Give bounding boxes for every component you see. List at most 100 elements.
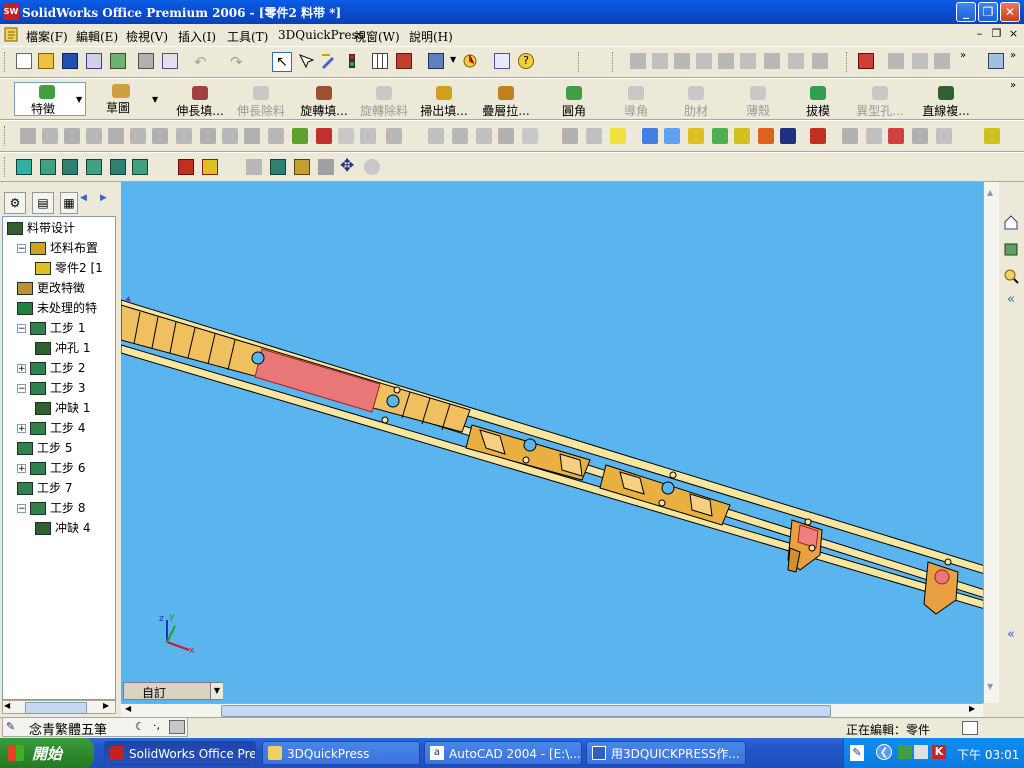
toolbar-grip[interactable] xyxy=(4,52,8,72)
tool-disabled-icon[interactable] xyxy=(888,53,904,69)
sketch-tool-icon[interactable] xyxy=(176,128,192,144)
taskbar-item-autocad[interactable]: a AutoCAD 2004 - [E:\... xyxy=(424,741,582,765)
component-disabled-icon[interactable] xyxy=(652,53,668,69)
toolbar-grip[interactable] xyxy=(578,52,582,72)
strip-icon[interactable] xyxy=(294,159,310,175)
jog-disabled-icon[interactable] xyxy=(740,53,756,69)
dropdown-arrow-icon[interactable]: ▼ xyxy=(450,55,456,64)
sketch-tool-icon[interactable] xyxy=(316,128,332,144)
swept-boss-button[interactable]: 掃出填... xyxy=(418,86,470,118)
scroll-thumb[interactable] xyxy=(25,702,87,714)
sketch-tool-icon[interactable] xyxy=(842,128,858,144)
new-icon[interactable] xyxy=(16,53,32,69)
solidworks-app-icon[interactable]: SW xyxy=(3,4,19,20)
chevron-down-icon[interactable]: ▼ xyxy=(210,683,223,699)
collapse-icon[interactable]: « xyxy=(1003,292,1019,308)
rebuild-icon[interactable] xyxy=(462,53,478,69)
tray-expand-icon[interactable]: ❮ xyxy=(876,744,892,760)
undo-icon[interactable]: ↶ xyxy=(194,53,207,71)
sketch-tool-icon[interactable] xyxy=(758,128,774,144)
view-selector[interactable]: 自訂 ▼ xyxy=(123,682,223,700)
tool-disabled-icon[interactable] xyxy=(934,53,950,69)
sketch-tool-icon[interactable] xyxy=(712,128,728,144)
scroll-down-icon[interactable]: ▼ xyxy=(987,682,993,691)
toolbar-grip[interactable] xyxy=(4,126,8,146)
tab-scroll-right-icon[interactable]: ▶ xyxy=(100,193,107,203)
sketch-tool-icon[interactable] xyxy=(586,128,602,144)
sketch-tool-icon[interactable] xyxy=(292,128,308,144)
menu-file[interactable]: 檔案(F) xyxy=(26,28,68,45)
collapse-icon[interactable]: − xyxy=(17,244,26,254)
strip-icon[interactable] xyxy=(86,159,102,175)
sketch-tool-icon[interactable] xyxy=(476,128,492,144)
chamfer-button[interactable]: 導角 xyxy=(618,86,654,118)
extruded-cut-button[interactable]: 伸長除料 xyxy=(232,86,290,118)
open-icon[interactable] xyxy=(38,53,54,69)
sketch-tool-icon[interactable] xyxy=(888,128,904,144)
close-button[interactable]: ✕ xyxy=(1000,2,1020,22)
grid-icon[interactable] xyxy=(372,53,388,69)
taskbar-item-solidworks[interactable]: SolidWorks Office Pre... xyxy=(104,741,256,765)
strip-layout-model[interactable] xyxy=(121,182,983,703)
lofted-boss-button[interactable]: 疊層拉... xyxy=(480,86,532,118)
menu-3dquickpress[interactable]: 3DQuickPress xyxy=(278,28,364,42)
print-icon[interactable] xyxy=(138,53,154,69)
propertymanager-tab-icon[interactable]: ▤ xyxy=(32,192,54,214)
collapse-icon[interactable]: − xyxy=(17,504,26,514)
move-icon[interactable]: ✥ xyxy=(340,156,354,176)
horizontal-scrollbar[interactable]: ◀ ▶ xyxy=(121,703,983,717)
sketch-tool-icon[interactable] xyxy=(452,128,468,144)
strip-tool-icon[interactable] xyxy=(858,53,874,69)
hem-disabled-icon[interactable] xyxy=(718,53,734,69)
tree-item[interactable]: 工步 7 xyxy=(17,479,72,497)
scroll-left-icon[interactable]: ◀ xyxy=(4,701,10,710)
expand-icon[interactable]: + xyxy=(17,364,26,374)
start-button[interactable]: 開始 xyxy=(0,738,94,768)
sketch-tool-icon[interactable] xyxy=(200,128,216,144)
mdi-close-button[interactable]: × xyxy=(1006,27,1021,41)
die-icon[interactable] xyxy=(202,159,218,175)
scroll-right-icon[interactable]: ▶ xyxy=(103,701,109,710)
mate-disabled-icon[interactable] xyxy=(630,53,646,69)
sketch-tool-icon[interactable] xyxy=(936,128,952,144)
tree-item[interactable]: 冲缺 1 xyxy=(35,399,90,417)
sketch-tool-icon[interactable] xyxy=(610,128,626,144)
mdi-restore-button[interactable]: ❐ xyxy=(989,27,1004,41)
fillet-button[interactable]: 圓角 xyxy=(556,86,592,118)
minimize-button[interactable]: _ xyxy=(956,2,976,22)
tree-item[interactable]: − 工步 8 xyxy=(17,499,85,517)
ime-tray-icon[interactable]: ✎ xyxy=(850,745,864,761)
moon-icon[interactable]: ☾ xyxy=(135,720,145,733)
print-3d-icon[interactable] xyxy=(110,53,126,69)
expand-icon[interactable]: + xyxy=(17,424,26,434)
strip-icon[interactable] xyxy=(270,159,286,175)
strip-icon[interactable] xyxy=(16,159,32,175)
ime-icon[interactable]: ✎ xyxy=(6,720,22,734)
network-icon[interactable] xyxy=(914,745,928,759)
file-explorer-icon[interactable] xyxy=(1003,268,1019,284)
sketch-tool-icon[interactable] xyxy=(360,128,376,144)
menu-view[interactable]: 檢視(V) xyxy=(126,28,168,45)
sketch-tool-icon[interactable] xyxy=(498,128,514,144)
status-indicator-icon[interactable] xyxy=(962,721,978,735)
unfold-disabled-icon[interactable] xyxy=(812,53,828,69)
sketch-pencil-icon[interactable] xyxy=(320,53,336,69)
sketch-tool-icon[interactable] xyxy=(338,128,354,144)
tray-app-icon[interactable] xyxy=(898,745,912,759)
strip-icon[interactable] xyxy=(110,159,126,175)
tree-item[interactable]: 未处理的特 xyxy=(17,299,97,317)
scroll-left-icon[interactable]: ◀ xyxy=(125,704,131,713)
sketch-tool-icon[interactable] xyxy=(130,128,146,144)
sketch-tool-icon[interactable] xyxy=(268,128,284,144)
closed-corner-disabled-icon[interactable] xyxy=(788,53,804,69)
scroll-right-icon[interactable]: ▶ xyxy=(969,704,975,713)
tree-item[interactable]: − 工步 3 xyxy=(17,379,85,397)
shell-button[interactable]: 薄殼 xyxy=(740,86,776,118)
die-icon[interactable] xyxy=(178,159,194,175)
keyboard-icon[interactable] xyxy=(169,720,185,734)
extruded-boss-button[interactable]: 伸長填... xyxy=(174,86,226,118)
tree-item[interactable]: 冲缺 4 xyxy=(35,519,90,537)
ime-toolbar[interactable]: ✎ 念青繁體五筆 ☾ ·, xyxy=(2,717,188,738)
tool-disabled-icon[interactable] xyxy=(246,159,262,175)
sketch-tool-icon[interactable] xyxy=(642,128,658,144)
